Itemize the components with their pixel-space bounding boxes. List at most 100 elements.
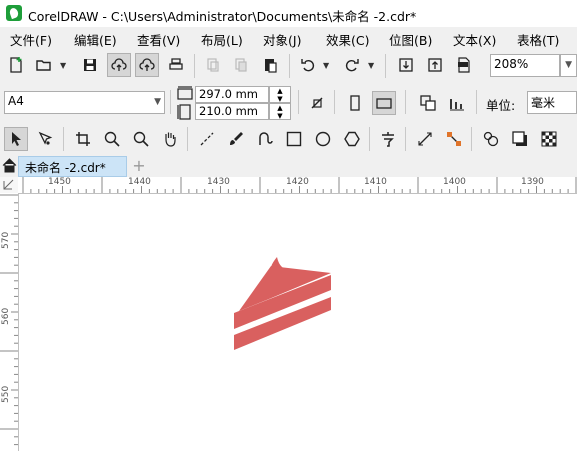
ruler-label: 570 xyxy=(1,231,11,249)
cloud-sync-icon[interactable] xyxy=(135,53,159,77)
cloud-upload-icon[interactable] xyxy=(107,53,131,77)
page-width-value: 297.0 mm xyxy=(199,87,258,101)
redo-icon[interactable] xyxy=(340,53,364,77)
all-pages-icon[interactable] xyxy=(305,91,329,115)
add-tab-icon[interactable]: + xyxy=(130,157,148,175)
menu-table[interactable]: 表格(T) xyxy=(517,30,559,49)
menu-edit[interactable]: 编辑(E) xyxy=(74,30,117,49)
toolbar-separator xyxy=(187,127,188,151)
open-folder-icon[interactable] xyxy=(32,53,56,77)
vertical-ruler[interactable]: 570 560 550 xyxy=(0,193,19,451)
ruler-label: 1450 xyxy=(48,177,71,187)
connector-tool-icon[interactable] xyxy=(442,127,466,151)
ruler-label: 550 xyxy=(1,385,11,403)
toolbar-separator xyxy=(334,90,335,114)
zoom-tool-icon[interactable] xyxy=(100,127,124,151)
text-tool-icon[interactable] xyxy=(376,127,400,151)
menu-text[interactable]: 文本(X) xyxy=(453,30,496,49)
zoom-level-value: 208% xyxy=(494,57,529,71)
menu-bar: 文件(F) 编辑(E) 查看(V) 布局(L) 对象(J) 效果(C) 位图(B… xyxy=(0,27,577,49)
polygon-tool-icon[interactable] xyxy=(340,127,364,151)
units-label: 单位: xyxy=(486,98,516,113)
title-bar: CorelDRAW - C:\Users\Administrator\Docum… xyxy=(0,0,577,27)
page-size-value: A4 xyxy=(8,94,24,108)
page-height-value: 210.0 mm xyxy=(199,104,258,118)
document-tab-label: 未命名 -2.cdr* xyxy=(25,161,106,175)
toolbar-separator xyxy=(405,90,406,114)
toolbox xyxy=(0,123,577,155)
toolbar-separator xyxy=(194,54,195,78)
menu-effects[interactable]: 效果(C) xyxy=(326,30,369,49)
ruler-label: 1390 xyxy=(521,177,544,187)
import-icon[interactable] xyxy=(394,53,418,77)
page-height-input[interactable]: 210.0 mm xyxy=(195,103,269,120)
artistic-media-icon[interactable] xyxy=(224,127,248,151)
ellipse-tool-icon[interactable] xyxy=(311,127,335,151)
zoom-level-combo[interactable]: 208% xyxy=(490,54,560,77)
standard-toolbar: ▼ ▼ ▼ 208% ▼ xyxy=(0,49,577,82)
zoom-dropdown-button[interactable]: ▼ xyxy=(560,54,577,77)
drawing-canvas[interactable] xyxy=(19,194,577,451)
current-page-icon[interactable] xyxy=(416,91,440,115)
toolbar-separator xyxy=(471,127,472,151)
undo-icon[interactable] xyxy=(296,53,320,77)
ruler-origin[interactable] xyxy=(0,177,19,194)
ruler-label: 560 xyxy=(1,307,11,325)
page-width-spinner[interactable]: ▲ ▼ xyxy=(269,86,291,103)
landscape-icon[interactable] xyxy=(372,91,396,115)
horizontal-ruler[interactable]: 1450 1440 1430 1420 1410 1400 1390 xyxy=(18,177,577,194)
cut-icon xyxy=(201,53,225,77)
pdf-icon[interactable] xyxy=(452,53,476,77)
toolbar-separator xyxy=(385,54,386,78)
page-height-icon xyxy=(176,103,194,121)
redo-dropdown-icon[interactable]: ▼ xyxy=(368,61,374,70)
toolbar-separator xyxy=(170,90,171,114)
cake-slice-artwork[interactable] xyxy=(19,194,577,451)
freehand-tool-icon[interactable] xyxy=(195,127,219,151)
toolbar-separator xyxy=(369,127,370,151)
page-size-select[interactable]: A4 ▼ xyxy=(4,91,165,114)
toolbar-separator xyxy=(289,54,290,78)
shape-tool-icon[interactable] xyxy=(33,127,57,151)
crop-tool-icon[interactable] xyxy=(71,127,95,151)
page-height-spinner[interactable]: ▲ ▼ xyxy=(269,103,291,120)
print-icon[interactable] xyxy=(164,53,188,77)
new-document-icon[interactable] xyxy=(4,53,28,77)
portrait-icon[interactable] xyxy=(343,91,367,115)
ruler-label: 1400 xyxy=(443,177,466,187)
zoom-out-icon[interactable] xyxy=(129,127,153,151)
export-icon[interactable] xyxy=(423,53,447,77)
ruler-label: 1430 xyxy=(207,177,230,187)
color-dropper-icon[interactable] xyxy=(479,127,503,151)
pan-hand-icon[interactable] xyxy=(158,127,182,151)
dimension-tool-icon[interactable] xyxy=(413,127,437,151)
coreldraw-logo-icon xyxy=(6,5,22,21)
open-dropdown-icon[interactable]: ▼ xyxy=(60,61,66,70)
toolbar-separator xyxy=(405,127,406,151)
save-icon[interactable] xyxy=(78,53,102,77)
home-icon[interactable] xyxy=(2,158,17,173)
menu-view[interactable]: 查看(V) xyxy=(137,30,180,49)
menu-file[interactable]: 文件(F) xyxy=(10,30,52,49)
ruler-label: 1440 xyxy=(128,177,151,187)
page-width-input[interactable]: 297.0 mm xyxy=(195,86,269,103)
window-title: CorelDRAW - C:\Users\Administrator\Docum… xyxy=(28,9,417,24)
menu-layout[interactable]: 布局(L) xyxy=(201,30,243,49)
menu-object[interactable]: 对象(J) xyxy=(263,30,301,49)
pick-tool-icon[interactable] xyxy=(4,127,28,151)
undo-dropdown-icon[interactable]: ▼ xyxy=(323,61,329,70)
property-bar: A4 ▼ 297.0 mm ▲ ▼ 210.0 mm ▲ ▼ 单位: 毫米 xyxy=(0,82,577,123)
document-tab[interactable]: 未命名 -2.cdr* xyxy=(18,156,127,177)
drop-shadow-icon[interactable] xyxy=(508,127,532,151)
bars-chart-icon[interactable] xyxy=(445,91,469,115)
document-tab-strip: 未命名 -2.cdr* + xyxy=(0,155,577,178)
bezier-curve-icon[interactable] xyxy=(253,127,277,151)
transparency-icon[interactable] xyxy=(537,127,561,151)
toolbar-separator xyxy=(476,90,477,114)
toolbar-separator xyxy=(63,127,64,151)
rectangle-tool-icon[interactable] xyxy=(282,127,306,151)
menu-bitmaps[interactable]: 位图(B) xyxy=(389,30,432,49)
units-value: 毫米 xyxy=(531,96,556,110)
units-select[interactable]: 毫米 xyxy=(527,91,577,114)
paste-icon[interactable] xyxy=(258,53,282,77)
